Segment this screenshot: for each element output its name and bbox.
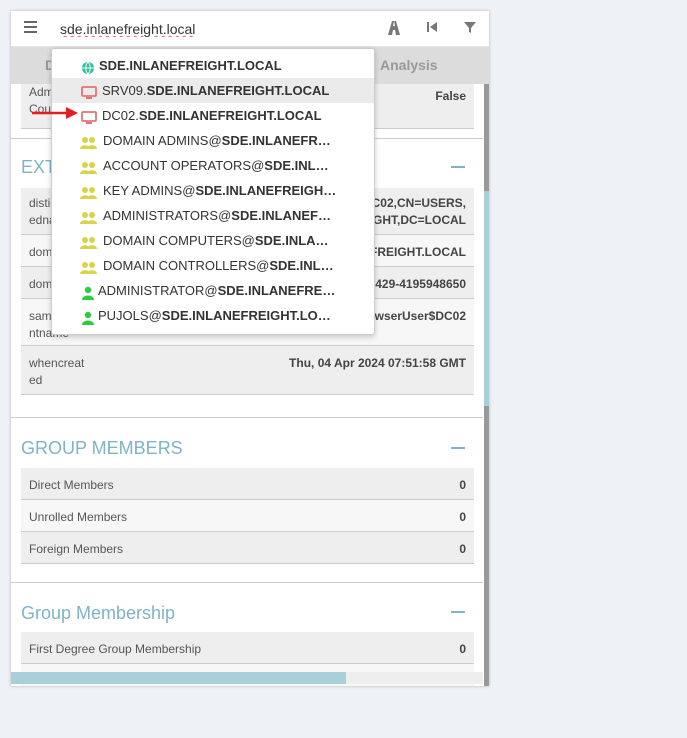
section-title-group-members: GROUP MEMBERS xyxy=(21,438,183,458)
suggestion-match: SDE.INLANEFREIGHT.LOCAL xyxy=(138,108,322,123)
section-divider xyxy=(11,582,483,583)
suggestion-label: SRV09.SDE.INLANEFREIGHT.LOCAL xyxy=(102,78,329,103)
suggestion-item[interactable]: DOMAIN ADMINS@SDE.INLANEFR… xyxy=(52,128,374,153)
suggestion-match: SDE.INLANEFREIGHT.LOCAL xyxy=(146,83,330,98)
section-title-group-membership: Group Membership xyxy=(21,603,176,623)
suggestion-prefix: DOMAIN COMPUTERS@ xyxy=(103,233,255,248)
horizontal-scroll-thumb[interactable] xyxy=(11,672,346,684)
vertical-scrollbar[interactable] xyxy=(484,84,489,686)
section-divider xyxy=(11,417,483,418)
suggestion-match: SDE.INLANEFREIGH… xyxy=(195,183,337,198)
suggestion-label: DOMAIN ADMINS@SDE.INLANEFR… xyxy=(103,128,331,153)
computer-icon xyxy=(81,83,97,99)
horizontal-scrollbar[interactable] xyxy=(11,672,483,684)
suggestion-item[interactable]: DC02.SDE.INLANEFREIGHT.LOCAL xyxy=(52,103,374,128)
suggestion-match: SDE.INLA… xyxy=(254,233,329,248)
red-arrow-annotation xyxy=(32,107,78,119)
suggestion-label: ADMINISTRATORS@SDE.INLANEF… xyxy=(103,203,331,228)
suggestion-item[interactable]: ACCOUNT OPERATORS@SDE.INL… xyxy=(52,153,374,178)
group-icon xyxy=(80,233,97,249)
suggestion-label: ACCOUNT OPERATORS@SDE.INL… xyxy=(103,153,329,178)
group-icon xyxy=(80,183,97,199)
group-icon xyxy=(80,258,97,274)
suggestion-item[interactable]: SDE.INLANEFREIGHT.LOCAL xyxy=(52,53,374,78)
suggestion-prefix: DOMAIN ADMINS@ xyxy=(103,133,222,148)
suggestion-prefix: KEY ADMINS@ xyxy=(103,183,196,198)
suggestion-item[interactable]: SRV09.SDE.INLANEFREIGHT.LOCAL xyxy=(52,78,374,103)
suggestion-match: SDE.INLANEFREIGHT.LO… xyxy=(161,308,331,323)
user-icon xyxy=(81,308,97,325)
suggestion-match: SDE.INLANEFRE… xyxy=(217,283,336,298)
suggestion-prefix: DOMAIN CONTROLLERS@ xyxy=(103,258,270,273)
suggestion-label: DOMAIN CONTROLLERS@SDE.INL… xyxy=(103,253,334,278)
suggestion-item[interactable]: DOMAIN CONTROLLERS@SDE.INL… xyxy=(52,253,374,278)
collapse-group-members-button[interactable] xyxy=(451,447,465,449)
group-icon xyxy=(80,133,97,149)
domain-globe-icon xyxy=(81,58,97,75)
filter-icon[interactable] xyxy=(461,20,479,38)
property-row: whencreat ed Thu, 04 Apr 2024 07:51:58 G… xyxy=(21,346,474,395)
suggestion-item[interactable]: ADMINISTRATORS@SDE.INLANEF… xyxy=(52,203,374,228)
group-icon xyxy=(80,208,97,224)
property-row[interactable]: Direct Members 0 xyxy=(21,468,474,500)
suggestion-match: SDE.INLANEF… xyxy=(231,208,331,223)
suggestion-prefix: ADMINISTRATORS@ xyxy=(103,208,232,223)
suggestion-label: SDE.INLANEFREIGHT.LOCAL xyxy=(99,53,282,78)
suggestion-item[interactable]: DOMAIN COMPUTERS@SDE.INLA… xyxy=(52,228,374,253)
user-icon xyxy=(81,283,97,300)
suggestion-match: SDE.INL… xyxy=(269,258,334,273)
suggestion-item[interactable]: ADMINISTRATOR@SDE.INLANEFRE… xyxy=(52,278,374,303)
property-row[interactable]: Foreign Members 0 xyxy=(21,532,474,564)
suggestion-label: DC02.SDE.INLANEFREIGHT.LOCAL xyxy=(102,103,322,128)
group-icon xyxy=(80,158,97,174)
suggestion-label: ADMINISTRATOR@SDE.INLANEFRE… xyxy=(98,278,335,303)
vertical-scroll-thumb[interactable] xyxy=(484,191,489,406)
suggestion-prefix: ACCOUNT OPERATORS@ xyxy=(103,158,265,173)
search-input[interactable] xyxy=(60,19,360,39)
collapse-extra-button[interactable] xyxy=(451,166,465,168)
search-suggestions-dropdown: SDE.INLANEFREIGHT.LOCAL SRV09.SDE.INLANEF… xyxy=(51,48,375,335)
collapse-group-membership-button[interactable] xyxy=(451,611,465,613)
pathfinding-icon[interactable] xyxy=(385,20,403,38)
suggestion-prefix: DC02. xyxy=(102,108,139,123)
suggestion-match: SDE.INLANEFREIGHT.LOCAL xyxy=(99,58,282,73)
suggestion-prefix: ADMINISTRATOR@ xyxy=(98,283,218,298)
suggestion-label: KEY ADMINS@SDE.INLANEFREIGH… xyxy=(103,178,336,203)
back-icon[interactable] xyxy=(423,20,441,38)
suggestion-prefix: SRV09. xyxy=(102,83,147,98)
suggestion-item[interactable]: KEY ADMINS@SDE.INLANEFREIGH… xyxy=(52,178,374,203)
suggestion-match: SDE.INLANEFR… xyxy=(221,133,331,148)
tab-analysis[interactable]: Analysis xyxy=(380,47,438,84)
computer-icon xyxy=(81,108,97,124)
suggestion-item[interactable]: PUJOLS@SDE.INLANEFREIGHT.LO… xyxy=(52,303,374,328)
suggestion-label: DOMAIN COMPUTERS@SDE.INLA… xyxy=(103,228,329,253)
search-bar xyxy=(11,11,489,47)
menu-icon[interactable] xyxy=(24,21,37,33)
property-row[interactable]: Unrolled Members 0 xyxy=(21,500,474,532)
property-row[interactable]: First Degree Group Membership 0 xyxy=(21,632,474,664)
suggestion-prefix: PUJOLS@ xyxy=(98,308,162,323)
suggestion-label: PUJOLS@SDE.INLANEFREIGHT.LO… xyxy=(98,303,331,328)
suggestion-match: SDE.INL… xyxy=(264,158,329,173)
